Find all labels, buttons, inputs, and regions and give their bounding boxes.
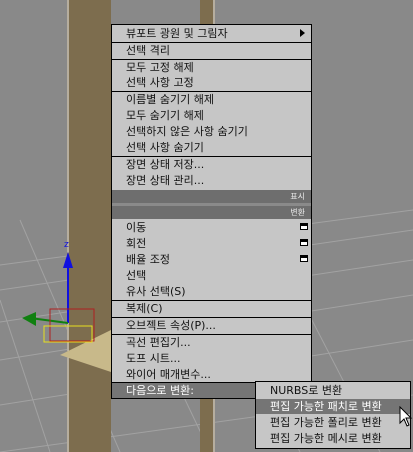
menu-item-unhide-by-name[interactable]: 이름별 숨기기 해제	[112, 92, 311, 107]
menu-item-dope-sheet[interactable]: 도프 시트...	[112, 351, 311, 366]
menu-item-label: 장면 상태 관리...	[126, 174, 205, 187]
menu-item-select-similar[interactable]: 유사 선택(S)	[112, 284, 311, 299]
submenu-arrow-icon	[300, 29, 305, 37]
submenu-item-label: NURBS로 변환	[270, 384, 343, 397]
menu-item-freeze-selection[interactable]: 선택 사항 고정	[112, 75, 311, 90]
submenu-item-label: 편집 가능한 패치로 변환	[270, 400, 382, 413]
mouse-cursor-icon	[399, 406, 413, 427]
menu-item-label: 선택	[126, 269, 147, 282]
menu-item-label: 곡선 편집기...	[126, 336, 191, 349]
menu-item-label: 선택 사항 숨기기	[126, 141, 204, 154]
menu-item-isolate-selection[interactable]: 선택 격리	[112, 43, 311, 58]
menu-item-manage-scene-states[interactable]: 장면 상태 관리...	[112, 173, 311, 188]
menu-item-curve-editor[interactable]: 곡선 편집기...	[112, 335, 311, 350]
menu-item-wire-parameters[interactable]: 와이어 매개변수...	[112, 367, 311, 382]
menu-item-label: 모두 고정 해제	[126, 61, 194, 74]
submenu-item-nurbs[interactable]: NURBS로 변환	[256, 383, 410, 398]
menu-item-unfreeze-all[interactable]: 모두 고정 해제	[112, 60, 311, 75]
menu-item-label: 회전	[126, 237, 147, 250]
menu-item-label: 와이어 매개변수...	[126, 368, 211, 381]
settings-box-icon[interactable]	[300, 239, 308, 246]
menu-item-label: 도프 시트...	[126, 352, 181, 365]
menu-item-save-scene-state[interactable]: 장면 상태 저장...	[112, 157, 311, 172]
menu-item-rotate[interactable]: 회전	[112, 236, 311, 251]
submenu-item-label: 편집 가능한 폴리로 변환	[270, 416, 382, 429]
menu-item-scale[interactable]: 배율 조정	[112, 252, 311, 267]
submenu-item-label: 편집 가능한 메시로 변환	[270, 432, 382, 445]
menu-item-select[interactable]: 선택	[112, 268, 311, 283]
menu-item-label: 뷰포트 광원 및 그림자	[126, 27, 228, 40]
menu-item-label: 유사 선택(S)	[126, 285, 186, 298]
section-header-display: 표시	[112, 190, 311, 203]
menu-item-label: 이름별 숨기기 해제	[126, 93, 214, 106]
menu-item-label: 오브젝트 속성(P)...	[126, 319, 216, 332]
submenu-item-editable-patch[interactable]: 편집 가능한 패치로 변환	[256, 399, 410, 414]
submenu-item-editable-mesh[interactable]: 편집 가능한 메시로 변환	[256, 431, 410, 446]
menu-item-label: 다음으로 변환:	[126, 384, 194, 397]
menu-item-label: 복제(C)	[126, 302, 163, 315]
section-header-transform: 변환	[112, 206, 311, 219]
menu-item-label: 이동	[126, 221, 147, 234]
menu-item-label: 선택하지 않은 사항 숨기기	[126, 125, 248, 138]
menu-item-clone[interactable]: 복제(C)	[112, 301, 311, 316]
menu-item-label: 선택 사항 고정	[126, 76, 194, 89]
menu-item-label: 배율 조정	[126, 253, 170, 266]
menu-item-hide-selection[interactable]: 선택 사항 숨기기	[112, 140, 311, 155]
menu-item-hide-unselected[interactable]: 선택하지 않은 사항 숨기기	[112, 124, 311, 139]
quad-menu: 뷰포트 광원 및 그림자 선택 격리 모두 고정 해제 선택 사항 고정 이름별…	[111, 24, 312, 399]
submenu-item-editable-poly[interactable]: 편집 가능한 폴리로 변환	[256, 415, 410, 430]
z-axis-label: z	[64, 240, 69, 250]
menu-item-viewport-lighting[interactable]: 뷰포트 광원 및 그림자	[112, 26, 311, 41]
menu-item-label: 장면 상태 저장...	[126, 158, 205, 171]
settings-box-icon[interactable]	[300, 223, 308, 230]
menu-item-move[interactable]: 이동	[112, 220, 311, 235]
menu-item-label: 모두 숨기기 해제	[126, 109, 204, 122]
menu-item-label: 선택 격리	[126, 44, 170, 57]
settings-box-icon[interactable]	[300, 255, 308, 262]
menu-item-object-properties[interactable]: 오브젝트 속성(P)...	[112, 318, 311, 333]
menu-item-unhide-all[interactable]: 모두 숨기기 해제	[112, 108, 311, 123]
convert-to-submenu: NURBS로 변환 편집 가능한 패치로 변환 편집 가능한 폴리로 변환 편집…	[255, 381, 411, 449]
